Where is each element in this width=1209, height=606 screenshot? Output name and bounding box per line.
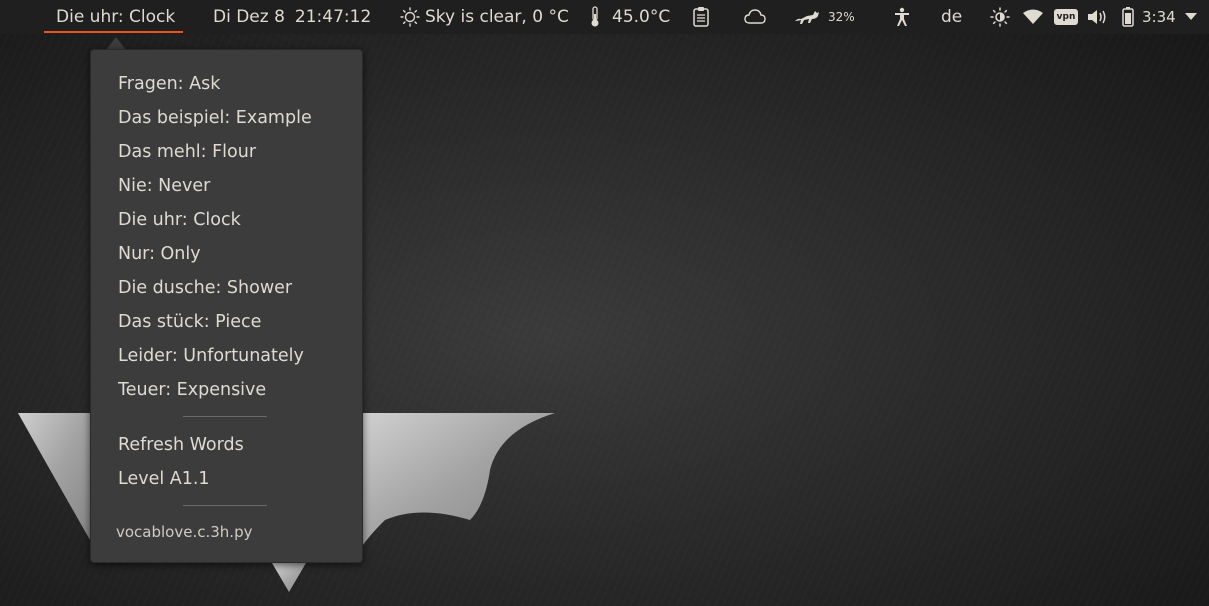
panel-cat-indicator[interactable]: 32% <box>794 0 855 34</box>
panel-time: 21:47:12 <box>294 7 372 27</box>
wifi-icon[interactable] <box>1023 0 1043 34</box>
menu-item-word[interactable]: Das beispiel: Example <box>118 101 312 135</box>
cloud-icon[interactable] <box>744 0 766 34</box>
level-item[interactable]: Level A1.1 <box>118 462 210 496</box>
clock-label: 3:34 <box>1142 8 1176 26</box>
active-indicator-underline <box>44 31 183 33</box>
app-name-item[interactable]: vocablove.c.3h.py <box>116 515 252 549</box>
menu-item-word[interactable]: Das mehl: Flour <box>118 135 256 169</box>
cat-percent: 32% <box>828 10 855 24</box>
panel-weather[interactable]: Sky is clear, 0 °C <box>400 0 569 34</box>
panel-temperature[interactable]: 45.0°C <box>590 0 670 34</box>
panel-date: Di Dez 8 <box>213 7 285 27</box>
thermometer-icon <box>590 6 600 28</box>
menu-separator <box>183 505 267 506</box>
keyboard-layout-indicator[interactable]: de <box>941 0 962 34</box>
menu-item-word[interactable]: Nie: Never <box>118 169 210 203</box>
panel-datetime[interactable]: Di Dez 8 21:47:12 <box>213 0 371 34</box>
panel-battery-clock[interactable]: 3:34 <box>1122 0 1197 34</box>
menu-item-word[interactable]: Die dusche: Shower <box>118 271 292 305</box>
sun-icon <box>400 7 420 27</box>
clipboard-icon[interactable] <box>692 0 710 34</box>
menu-item-word[interactable]: Leider: Unfortunately <box>118 339 304 373</box>
panel-active-indicator[interactable]: Die uhr: Clock <box>56 0 175 34</box>
temperature-label: 45.0°C <box>612 7 671 27</box>
accessibility-icon[interactable] <box>893 0 911 34</box>
cat-icon <box>794 9 820 25</box>
vocab-menu: Fragen: Ask Das beispiel: Example Das me… <box>90 49 363 563</box>
keyboard-layout-label: de <box>941 7 963 27</box>
panel-active-label: Die uhr: Clock <box>56 7 176 27</box>
brightness-icon[interactable] <box>990 0 1010 34</box>
menu-item-word[interactable]: Die uhr: Clock <box>118 203 241 237</box>
battery-icon <box>1122 7 1134 27</box>
menu-item-word[interactable]: Nur: Only <box>118 237 201 271</box>
menu-item-word[interactable]: Fragen: Ask <box>118 67 220 101</box>
vpn-icon[interactable]: vpn <box>1054 0 1078 34</box>
refresh-words-item[interactable]: Refresh Words <box>118 428 244 462</box>
dropdown-arrow-icon <box>1184 13 1197 21</box>
menu-item-word[interactable]: Teuer: Expensive <box>118 373 266 407</box>
menu-separator <box>183 416 267 417</box>
menu-item-word[interactable]: Das stück: Piece <box>118 305 261 339</box>
volume-icon[interactable] <box>1087 0 1107 34</box>
vpn-badge: vpn <box>1054 9 1078 25</box>
weather-label: Sky is clear, 0 °C <box>425 7 569 27</box>
top-panel: Die uhr: Clock Di Dez 8 21:47:12 Sky is … <box>0 0 1209 34</box>
